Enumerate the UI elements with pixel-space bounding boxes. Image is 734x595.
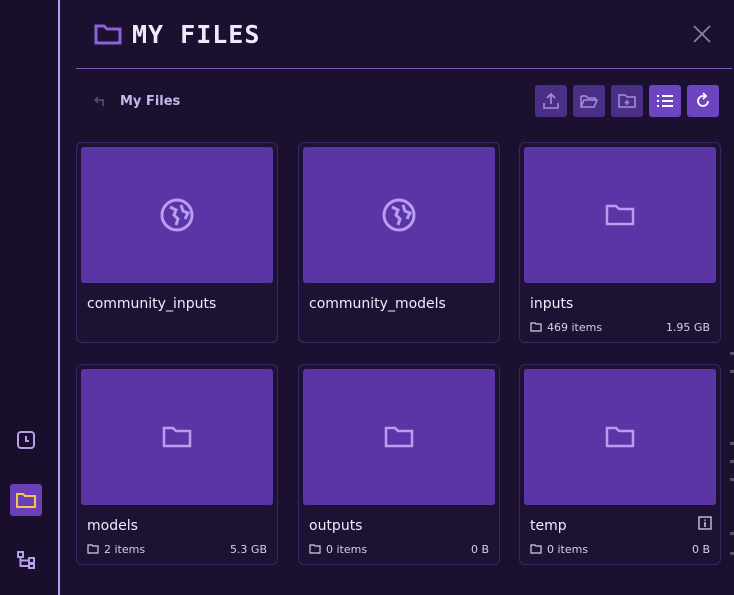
upload-icon (543, 92, 559, 109)
card-meta: 0 items 0 B (309, 542, 489, 556)
card-thumbnail (303, 147, 495, 283)
list-icon (657, 95, 673, 107)
card-name: community_models (309, 296, 446, 312)
card-name: models (87, 518, 138, 534)
item-count: 0 items (547, 542, 589, 556)
card-name: community_inputs (87, 296, 217, 312)
folder-size: 5.3 GB (229, 542, 267, 556)
folder-icon (162, 426, 192, 448)
folder-card-inputs[interactable]: inputs 469 items 1.95 GB (519, 142, 721, 343)
history-button[interactable] (10, 424, 42, 456)
folder-card-community-models[interactable]: community_models (298, 142, 500, 343)
breadcrumb-current: My Files (120, 93, 181, 109)
info-icon[interactable] (698, 516, 712, 530)
folder-icon (605, 426, 635, 448)
folder-plus-icon (618, 94, 636, 108)
refresh-icon (697, 92, 709, 107)
background-fragment (730, 460, 734, 463)
folder-size: 0 B (691, 542, 710, 556)
new-folder-button[interactable] (611, 85, 643, 117)
folder-size: 1.95 GB (665, 320, 710, 334)
breadcrumb: My Files (94, 92, 180, 110)
card-name: outputs (309, 518, 363, 534)
card-thumbnail (303, 369, 495, 505)
refresh-button[interactable] (687, 85, 719, 117)
globe-icon (160, 198, 194, 232)
toolbar (535, 85, 719, 117)
workflow-button[interactable] (10, 544, 42, 576)
app-root: MY FILES My Files community_inputs commu… (0, 0, 734, 595)
card-thumbnail (524, 369, 716, 505)
card-thumbnail (524, 147, 716, 283)
folder-icon (384, 426, 414, 448)
upload-button[interactable] (535, 85, 567, 117)
folder-icon (94, 24, 122, 45)
background-fragment (730, 478, 734, 481)
folder-card-outputs[interactable]: outputs 0 items 0 B (298, 364, 500, 565)
folder-small-icon (87, 544, 99, 554)
background-fragment (730, 352, 734, 355)
background-fragment (730, 532, 734, 535)
card-thumbnail (81, 369, 273, 505)
files-panel: MY FILES My Files community_inputs commu… (60, 0, 734, 595)
folder-card-models[interactable]: models 2 items 5.3 GB (76, 364, 278, 565)
close-icon[interactable] (692, 24, 712, 44)
card-meta: 469 items 1.95 GB (530, 320, 710, 334)
sidebar-rail (0, 0, 58, 595)
card-name: temp (530, 518, 567, 534)
folder-small-icon (309, 544, 321, 554)
folder-small-icon (530, 322, 542, 332)
item-count: 0 items (326, 542, 368, 556)
folder-small-icon (530, 544, 542, 554)
open-folder-button[interactable] (573, 85, 605, 117)
card-thumbnail (81, 147, 273, 283)
node-tree-icon (17, 551, 35, 569)
page-title: MY FILES (132, 19, 261, 49)
background-fragment (730, 442, 734, 445)
background-fragment (730, 552, 734, 555)
list-view-button[interactable] (649, 85, 681, 117)
folder-icon (605, 204, 635, 226)
folder-card-community-inputs[interactable]: community_inputs (76, 142, 278, 343)
item-count: 469 items (547, 320, 603, 334)
files-button[interactable] (10, 484, 42, 516)
clock-icon (17, 431, 35, 449)
header-divider (76, 68, 732, 69)
globe-icon (382, 198, 416, 232)
folder-size: 0 B (470, 542, 489, 556)
card-meta: 0 items 0 B (530, 542, 710, 556)
panel-header: MY FILES (94, 18, 260, 50)
card-meta: 2 items 5.3 GB (87, 542, 267, 556)
back-arrow-icon[interactable] (94, 94, 108, 108)
item-count: 2 items (104, 542, 146, 556)
folder-open-icon (580, 95, 598, 108)
background-fragment (730, 370, 734, 373)
card-name: inputs (530, 296, 574, 312)
folder-card-temp[interactable]: temp 0 items 0 B (519, 364, 721, 565)
folder-icon (16, 493, 36, 508)
